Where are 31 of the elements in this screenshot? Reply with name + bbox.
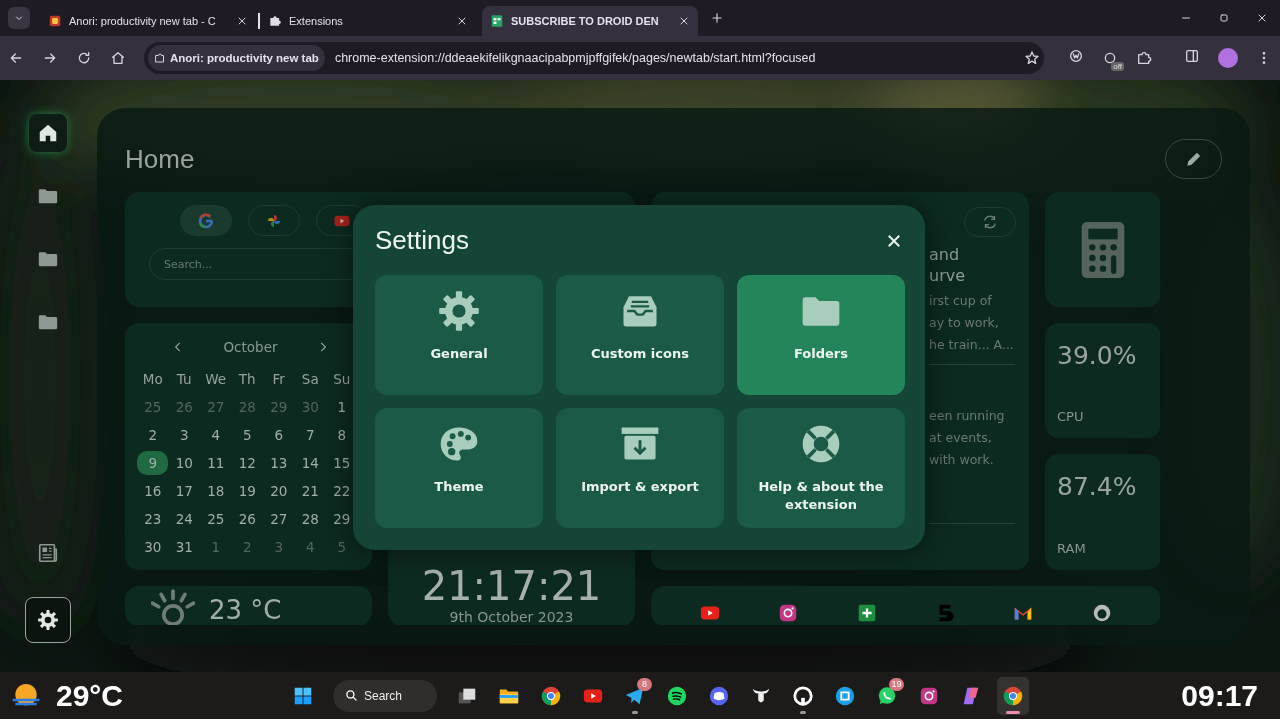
temperature: 23 °C xyxy=(209,594,282,625)
url-text: chrome-extension://ddeaekifelikgnaacipabpmjpffgifek/pages/newtab/start.html?focused xyxy=(334,51,817,65)
weekday-label: Fr xyxy=(272,371,285,387)
weekday-label: Th xyxy=(238,371,256,387)
usage-label: CPU xyxy=(1057,409,1085,424)
weekday-label: Su xyxy=(333,371,351,387)
usage-label: RAM xyxy=(1057,541,1087,556)
article-title: urve xyxy=(929,265,967,286)
temperature: 29°C xyxy=(56,678,124,713)
article-text: with work. xyxy=(929,451,995,469)
weekday-label: Tu xyxy=(176,371,192,387)
article-title: and xyxy=(929,244,961,265)
month-label: October xyxy=(223,339,278,355)
page-title: Home xyxy=(125,143,195,175)
clock-date: 9th October 2023 xyxy=(449,608,574,625)
usage-value: 87.4% xyxy=(1057,472,1138,501)
article-text: he train... A... xyxy=(929,336,1015,354)
weekday-label: Mo xyxy=(142,371,163,387)
clock-time: 21:17:21 xyxy=(421,564,602,608)
weekday-label: Sa xyxy=(301,371,319,387)
article-text: een running xyxy=(929,407,1006,425)
clock: 09:17 xyxy=(1181,678,1258,713)
article-text: irst cup of xyxy=(929,292,993,310)
usage-value: 39.0% xyxy=(1057,341,1138,370)
notification-badge: 8 xyxy=(637,677,652,691)
weekday-label: We xyxy=(205,371,227,387)
extension-badge: off xyxy=(1111,62,1124,71)
dialog-title: Settings xyxy=(375,225,469,256)
notification-badge: 19 xyxy=(889,677,904,691)
article-text: at events, xyxy=(929,429,993,447)
article-text: ay to work, xyxy=(929,314,1000,332)
